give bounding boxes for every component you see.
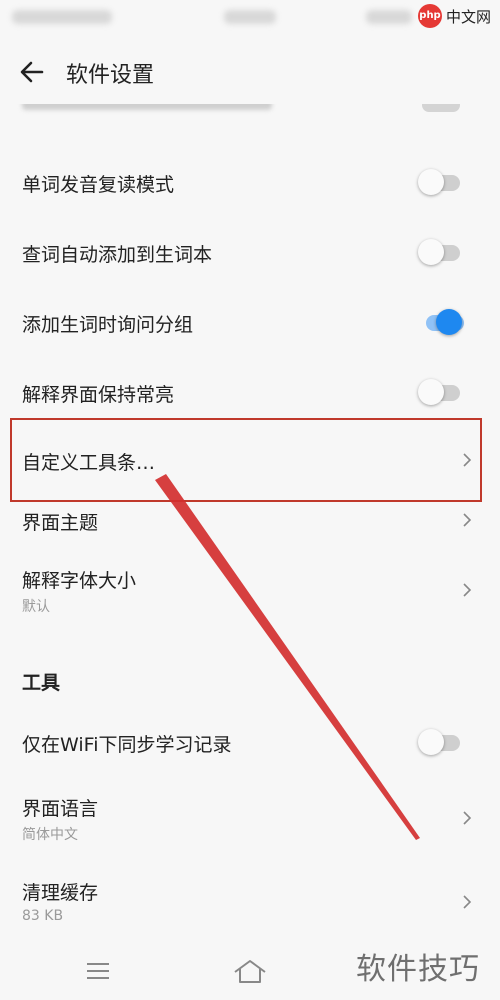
setting-label: 界面语言 — [22, 798, 99, 820]
setting-value: 简体中文 — [22, 827, 78, 843]
setting-row-language[interactable]: 界面语言 简体中文 — [0, 784, 500, 856]
chevron-right-icon — [463, 895, 472, 909]
setting-label: 界面主题 — [22, 512, 99, 534]
setting-row-ask-group[interactable]: 添加生词时询问分组 — [0, 290, 500, 354]
status-time-blur — [224, 10, 276, 24]
setting-row-keep-screen-on[interactable]: 解释界面保持常亮 — [0, 360, 500, 424]
setting-label: 清理缓存 — [22, 882, 99, 904]
setting-label: 解释界面保持常亮 — [22, 384, 175, 406]
setting-row-font-size[interactable]: 解释字体大小 默认 — [0, 556, 500, 626]
setting-label: 查词自动添加到生词本 — [22, 244, 213, 266]
status-battery-blur — [366, 10, 412, 24]
toggle-switch-off[interactable] — [418, 379, 462, 405]
toggle-switch-off[interactable] — [418, 729, 462, 755]
setting-label: 单词发音复读模式 — [22, 174, 175, 196]
setting-label: 自定义工具条… — [22, 452, 156, 474]
chevron-right-icon — [463, 583, 472, 597]
toggle-switch-on[interactable] — [418, 309, 464, 335]
setting-row-repeat-pronunciation[interactable]: 单词发音复读模式 — [0, 150, 500, 214]
toggle-switch-off[interactable] — [418, 169, 462, 195]
section-title-tools: 工具 — [22, 672, 61, 694]
setting-row-theme[interactable]: 界面主题 — [0, 500, 500, 546]
php-watermark-logo: php — [418, 4, 442, 28]
back-arrow-icon[interactable] — [18, 58, 46, 86]
php-watermark-text: 中文网 — [446, 8, 492, 26]
footer-watermark: 软件技巧 — [356, 952, 480, 987]
chevron-right-icon — [463, 453, 472, 467]
menu-icon[interactable] — [86, 962, 110, 980]
toggle-switch-off[interactable] — [418, 239, 462, 265]
setting-label: 添加生词时询问分组 — [22, 314, 194, 336]
setting-row-clear-cache[interactable]: 清理缓存 83 KB — [0, 868, 500, 940]
chevron-right-icon — [463, 513, 472, 527]
setting-row-auto-add-wordbook[interactable]: 查词自动添加到生词本 — [0, 220, 500, 284]
page-title: 软件设置 — [66, 63, 155, 88]
status-bar: php 中文网 — [0, 0, 500, 36]
setting-row-wifi-sync[interactable]: 仅在WiFi下同步学习记录 — [0, 710, 500, 774]
setting-label: 解释字体大小 — [22, 570, 137, 592]
status-carrier-blur — [12, 10, 112, 24]
setting-label: 仅在WiFi下同步学习记录 — [22, 734, 232, 756]
setting-value: 默认 — [22, 599, 50, 615]
home-icon[interactable] — [232, 958, 268, 984]
chevron-right-icon — [463, 811, 472, 825]
scrolled-row-partial — [0, 104, 500, 126]
setting-row-custom-toolbar[interactable]: 自定义工具条… — [0, 420, 500, 500]
app-bar: 软件设置 — [0, 40, 500, 104]
setting-value: 83 KB — [22, 908, 64, 924]
